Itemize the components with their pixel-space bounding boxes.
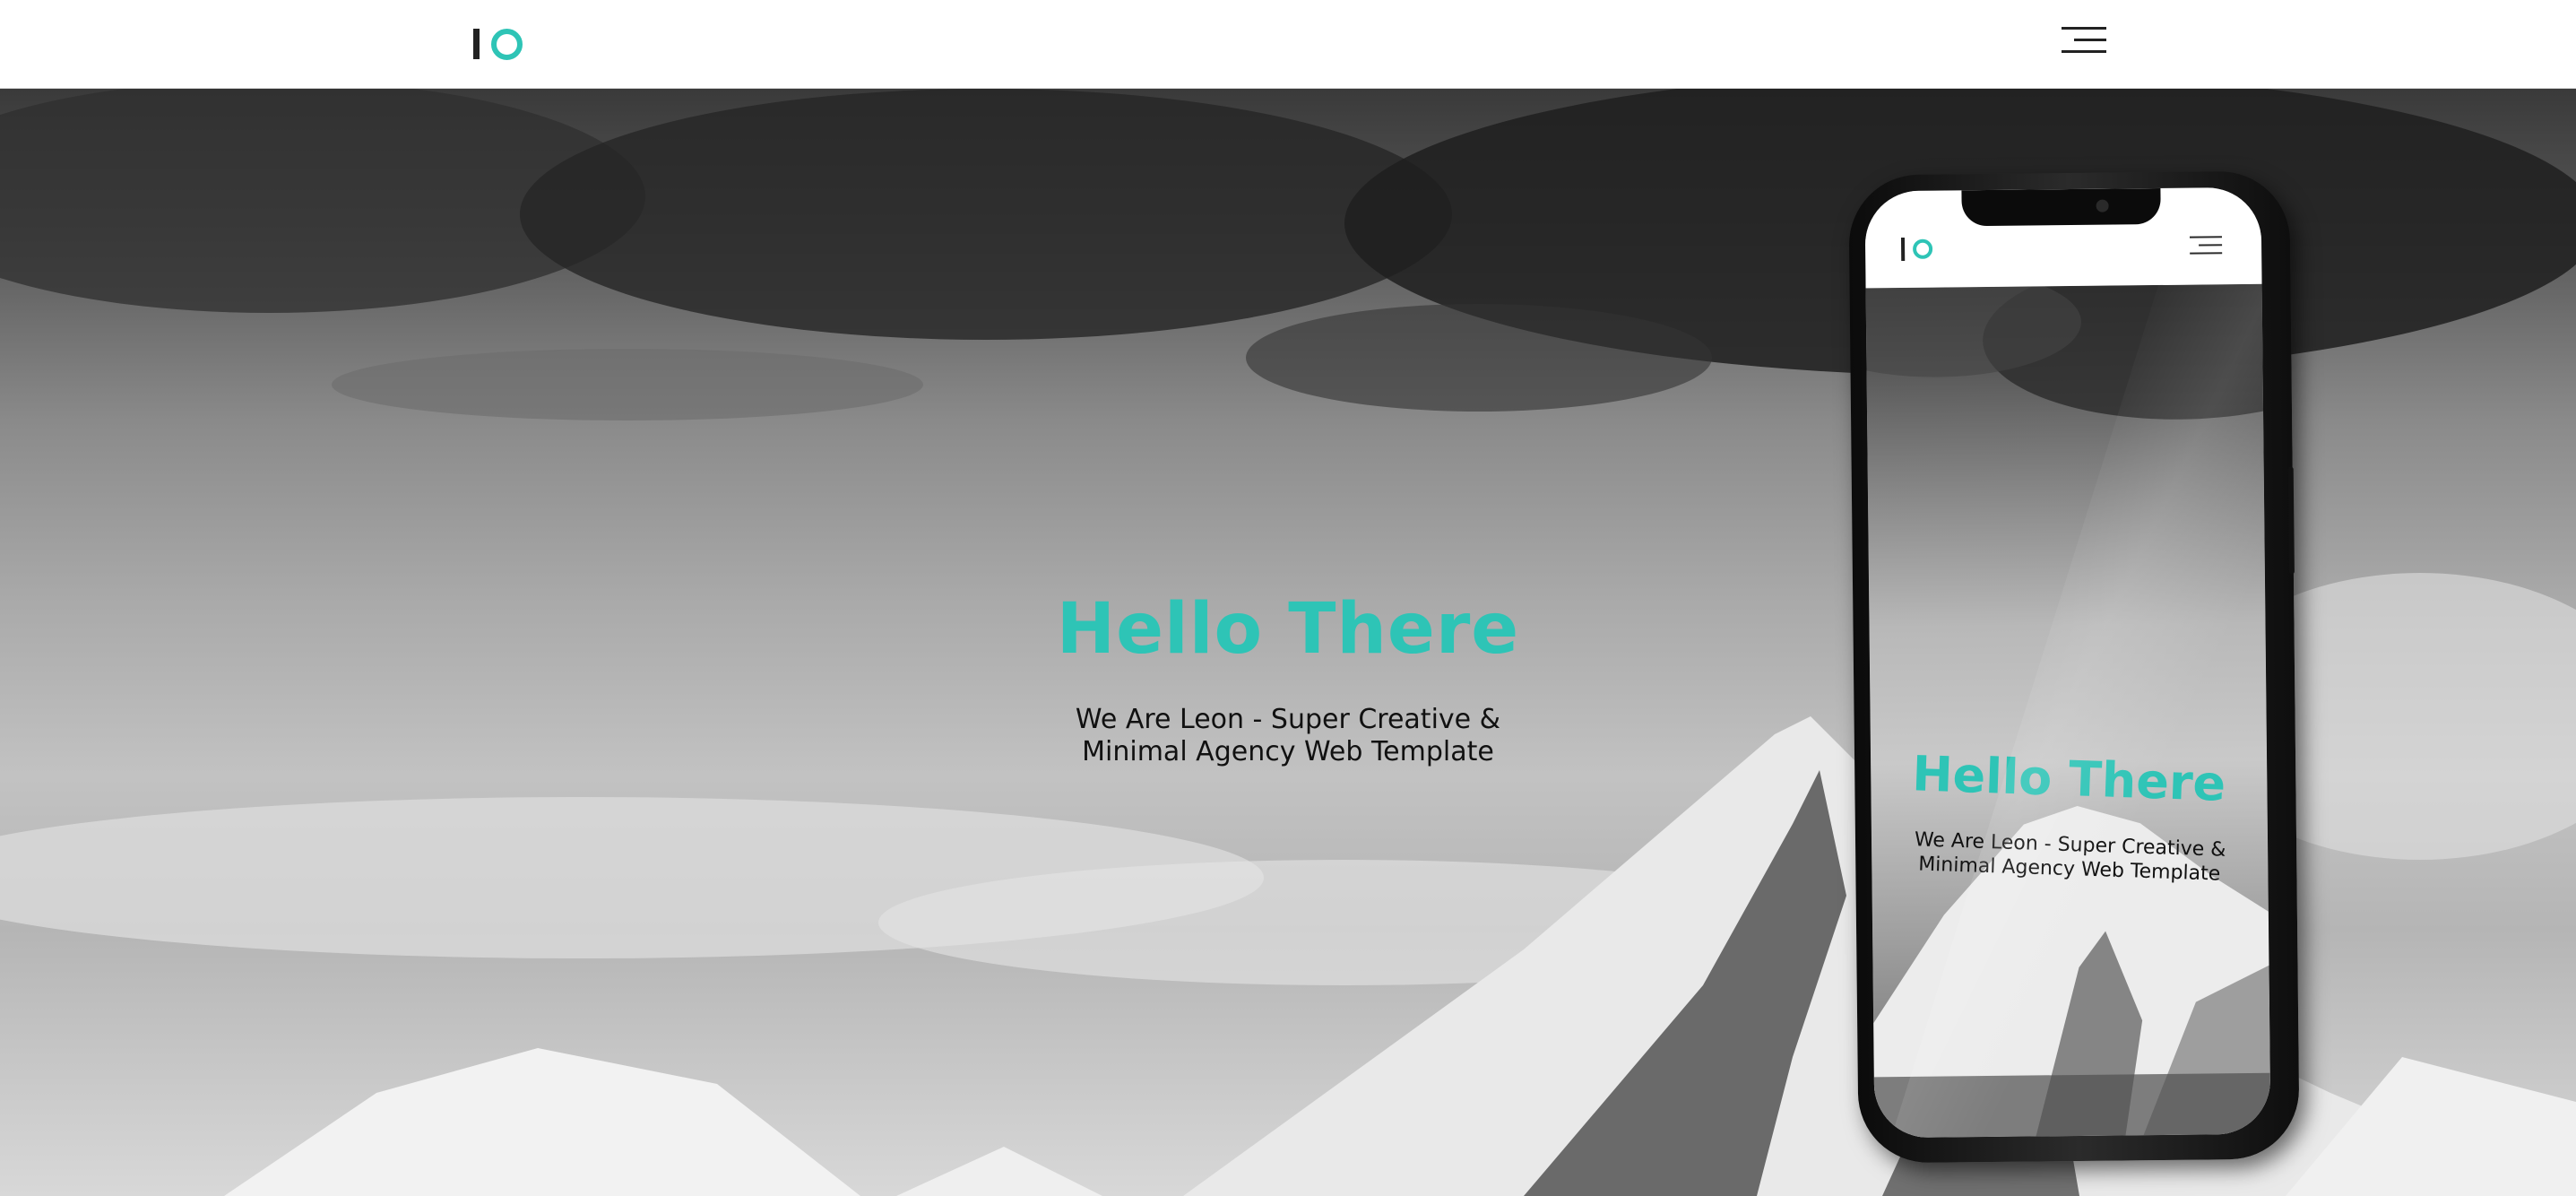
phone-hero-section: Hello There We Are Leon - Super Creative… bbox=[1865, 283, 2271, 1139]
site-header bbox=[0, 0, 2576, 89]
logo-bar-mark bbox=[1900, 237, 1906, 261]
phone-screen: Hello There We Are Leon - Super Creative… bbox=[1864, 186, 2271, 1139]
phone-side-button bbox=[2287, 466, 2295, 575]
logo-ring-mark bbox=[1912, 238, 1933, 259]
phone-site-logo bbox=[1900, 237, 1933, 261]
phone-hamburger-menu-icon bbox=[2189, 234, 2223, 256]
camera-icon bbox=[2096, 199, 2109, 212]
hamburger-menu-icon[interactable] bbox=[2062, 25, 2106, 56]
logo-ring-mark bbox=[491, 28, 523, 60]
logo-bar-mark bbox=[473, 29, 480, 59]
phone-mountain-image bbox=[1865, 283, 2271, 1139]
hero-subtitle: We Are Leon - Super Creative & Minimal A… bbox=[1075, 704, 1501, 767]
phone-notch bbox=[1961, 187, 2161, 227]
site-logo[interactable] bbox=[473, 27, 523, 61]
phone-mockup: Hello There We Are Leon - Super Creative… bbox=[1848, 170, 2300, 1164]
